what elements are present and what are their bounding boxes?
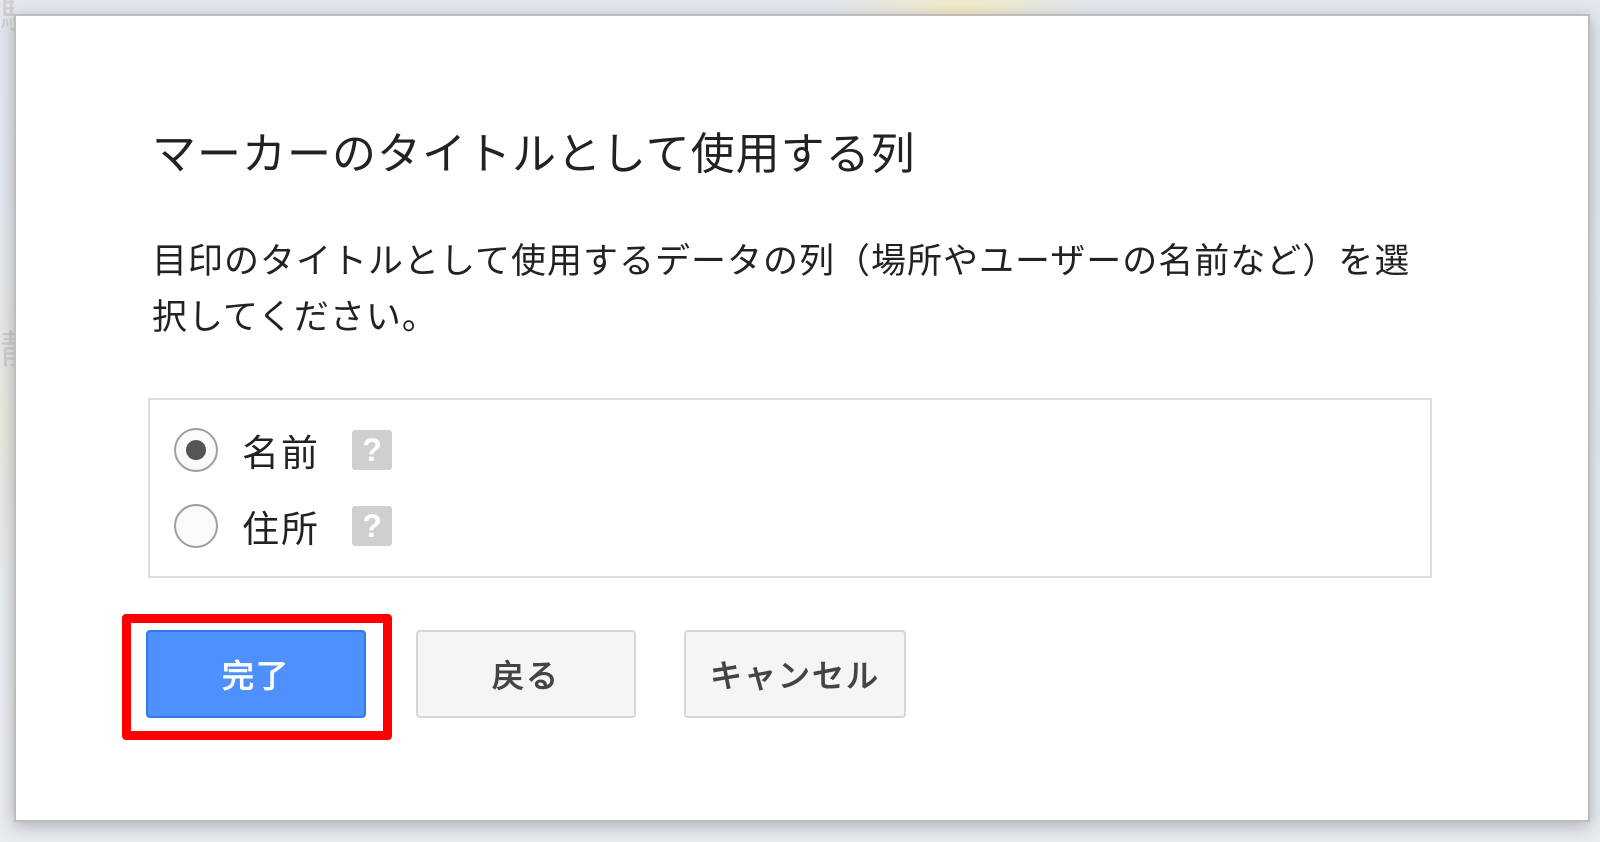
column-select-dialog: マーカーのタイトルとして使用する列 目印のタイトルとして使用するデータの列（場所… [14,14,1590,822]
question-mark-icon[interactable]: ? [352,506,392,546]
back-button[interactable]: 戻る [416,630,636,718]
option-label-name: 名前 [242,432,320,475]
cancel-button[interactable]: キャンセル [684,630,906,718]
question-mark-icon[interactable]: ? [352,430,392,470]
column-options: 名前 ? 住所 ? [148,398,1432,578]
dialog-description: 目印のタイトルとして使用するデータの列（場所やユーザーの名前など）を選択してくだ… [152,242,1411,338]
map-label-fragment: 静 [0,330,14,370]
option-name[interactable]: 名前 ? [174,422,392,478]
radio-name[interactable] [174,428,218,472]
radio-selected-dot [186,440,206,460]
radio-address[interactable] [174,504,218,548]
option-address[interactable]: 住所 ? [174,498,392,554]
done-button[interactable]: 完了 [146,630,366,718]
dialog-title: マーカーのタイトルとして使用する列 [152,129,916,180]
map-label-fragment: 駅 [0,0,14,34]
option-label-address: 住所 [242,508,320,551]
